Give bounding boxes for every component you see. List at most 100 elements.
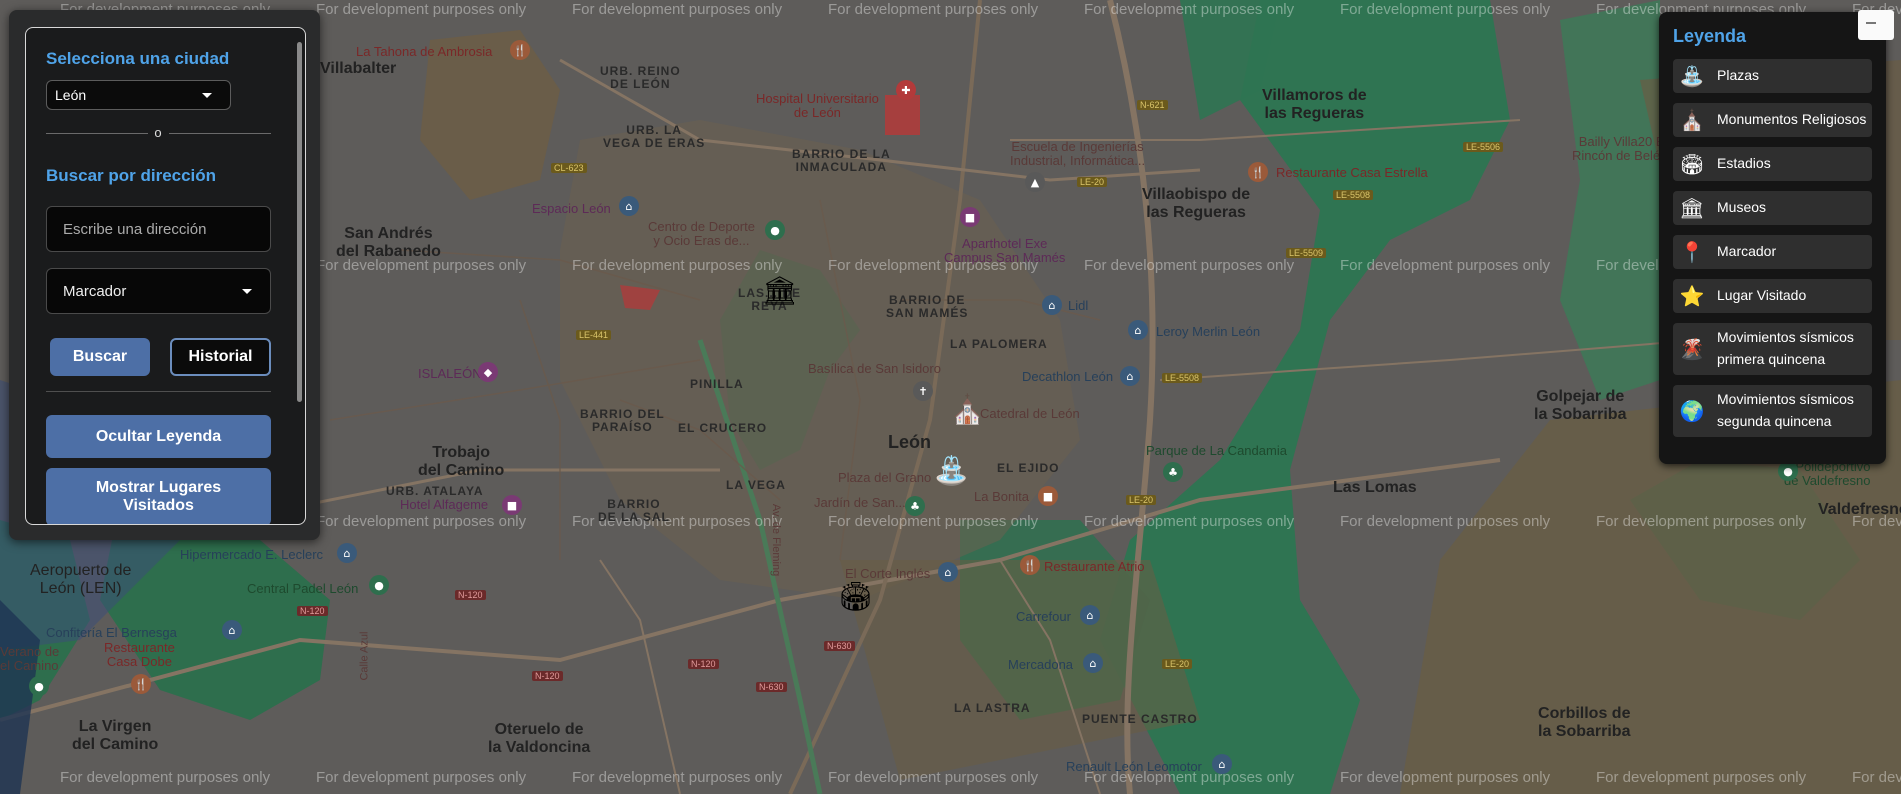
poi-label: Mercadona xyxy=(1008,657,1074,672)
district-label: LA PALOMERA xyxy=(950,337,1048,351)
watermark: For development purposes only xyxy=(1596,769,1807,786)
place-label: Las Lomas xyxy=(1333,479,1417,496)
poi-label: Verano de el Camino xyxy=(0,644,60,674)
stadium-icon: 🏟 xyxy=(1679,152,1705,176)
road-tag: LE-5508 xyxy=(1333,190,1374,200)
shop-pin-icon[interactable]: ⌂ xyxy=(222,620,242,640)
watermark: For development purposes only xyxy=(1084,513,1295,530)
legend-item-plazas[interactable]: ⛲ Plazas xyxy=(1673,59,1872,93)
place-label: Trobajo del Camino xyxy=(418,444,505,479)
district-label: BARRIO DE LA INMACULADA xyxy=(792,147,891,175)
hospital-pin-icon[interactable]: ✚ xyxy=(896,80,916,100)
poi-label: Carrefour xyxy=(1016,609,1071,624)
hotel-pin-icon[interactable]: ■ xyxy=(502,495,522,515)
road-tag: N-621 xyxy=(1137,100,1168,110)
park-pin-icon[interactable]: ♣ xyxy=(905,496,925,516)
shop-pin-icon[interactable]: ⌂ xyxy=(337,543,357,563)
city-label: León xyxy=(888,432,931,452)
map-pin-icon: 📍 xyxy=(1679,240,1705,264)
legend-item-label: Plazas xyxy=(1717,67,1760,84)
legend-item-religiosos[interactable]: ⛪ Monumentos Religiosos xyxy=(1673,103,1872,137)
poi-label: Bailly Villa20 El Rincón de Belén xyxy=(1572,134,1668,164)
religious-monument-marker-icon[interactable]: ⛪ xyxy=(950,393,985,426)
sports-pin-icon[interactable]: ● xyxy=(765,220,785,240)
poi-label: Restaurante Casa Estrella xyxy=(1276,165,1428,180)
poi-label: Centro de Deporte y Ocio Eras de... xyxy=(648,219,755,249)
park-pin-icon[interactable]: ♣ xyxy=(1163,462,1183,482)
address-input[interactable] xyxy=(46,206,271,252)
road-tag: N-120 xyxy=(455,590,486,600)
fullscreen-button[interactable] xyxy=(1858,10,1894,40)
shop-pin-icon[interactable]: ⌂ xyxy=(1080,605,1100,625)
marker-select[interactable]: Marcador xyxy=(46,268,271,314)
shop-pin-icon[interactable]: ⌂ xyxy=(1128,320,1148,340)
hide-legend-button[interactable]: Ocultar Leyenda xyxy=(46,415,271,458)
sports-pin-icon[interactable]: ● xyxy=(1778,461,1798,481)
road-tag: N-630 xyxy=(756,682,787,692)
restaurant-pin-icon[interactable]: 🍴 xyxy=(1020,555,1040,575)
city-select[interactable]: León xyxy=(46,80,231,110)
museum-pin-icon[interactable]: ■ xyxy=(1038,486,1058,506)
legend-item-estadios[interactable]: 🏟 Estadios xyxy=(1673,147,1872,181)
search-button[interactable]: Buscar xyxy=(50,338,150,376)
road-tag: N-120 xyxy=(532,671,563,681)
watermark: For development purposes only xyxy=(828,513,1039,530)
street-label: Calle Azul xyxy=(358,631,371,681)
shop-pin-icon[interactable]: ⌂ xyxy=(619,196,639,216)
plaza-marker-icon[interactable]: ⛲ xyxy=(934,454,969,487)
museum-marker-icon[interactable]: 🏛 xyxy=(762,274,798,307)
legend-item-marcador[interactable]: 📍 Marcador xyxy=(1673,235,1872,269)
restaurant-pin-icon[interactable]: 🍴 xyxy=(131,674,151,694)
legend-item-sismos-2[interactable]: 🌍 Movimientos sísmicos segunda quincena xyxy=(1673,385,1872,437)
legend-item-label: Movimientos sísmicos primera quincena xyxy=(1717,329,1854,367)
watermark: For development purposes only xyxy=(1340,513,1551,530)
poi-label: Jardín de San... xyxy=(814,495,906,510)
shop-pin-icon[interactable]: ⌂ xyxy=(1042,295,1062,315)
watermark: For development purposes only xyxy=(1084,1,1295,18)
show-visited-button[interactable]: Mostrar Lugares Visitados xyxy=(46,468,271,524)
or-label: o xyxy=(154,125,162,140)
poi-label: Hipermercado E. Leclerc xyxy=(180,547,324,562)
road-tag: LE-5508 xyxy=(1162,373,1203,383)
legend-item-visitado[interactable]: ⭐ Lugar Visitado xyxy=(1673,279,1872,313)
star-icon: ⭐ xyxy=(1679,284,1705,308)
legend-item-museos[interactable]: 🏛 Museos xyxy=(1673,191,1872,225)
hotel-pin-icon[interactable]: ■ xyxy=(960,207,980,227)
sports-pin-icon[interactable]: ● xyxy=(29,676,49,696)
legend-panel: Leyenda ⛲ Plazas ⛪ Monumentos Religiosos… xyxy=(1659,12,1886,464)
chevron-down-icon xyxy=(202,93,212,98)
poi-label: Catedral de León xyxy=(980,406,1080,421)
road-tag: LE-20 xyxy=(1126,495,1157,505)
stadium-marker-icon[interactable]: 🏟 xyxy=(838,580,874,613)
road-tag: LE-5506 xyxy=(1463,142,1504,152)
watermark: For development purposes only xyxy=(1340,257,1551,274)
poi-label: Restaurante Casa Dobe xyxy=(104,640,175,670)
history-button[interactable]: Historial xyxy=(170,338,271,376)
shop-pin-icon[interactable]: ⌂ xyxy=(1120,366,1140,386)
legend-item-label: Marcador xyxy=(1717,243,1777,260)
shop-pin-icon[interactable]: ⌂ xyxy=(1212,754,1232,774)
legend-item-sismos-1[interactable]: 🌋 Movimientos sísmicos primera quincena xyxy=(1673,323,1872,375)
place-label: La Virgen del Camino xyxy=(72,718,159,753)
shop-pin-icon[interactable]: ⌂ xyxy=(1083,653,1103,673)
sports-pin-icon[interactable]: ● xyxy=(369,575,389,595)
school-pin-icon[interactable]: ▲ xyxy=(1025,172,1045,192)
district-label: URB. REINO DE LEÓN xyxy=(600,64,681,92)
church-pin-icon[interactable]: ✝ xyxy=(913,381,933,401)
restaurant-pin-icon[interactable]: 🍴 xyxy=(1248,162,1268,182)
watermark: For development purposes only xyxy=(1340,1,1551,18)
road-tag: N-120 xyxy=(688,659,719,669)
district-label: EL CRUCERO xyxy=(678,421,768,435)
place-label: Villabalter xyxy=(320,60,397,77)
restaurant-pin-icon[interactable]: 🍴 xyxy=(510,40,530,60)
watermark: For development purposes only xyxy=(572,1,783,18)
poi-label: Renault León Leomotor xyxy=(1066,759,1202,774)
legend-item-label: Monumentos Religiosos xyxy=(1717,111,1867,128)
poi-label: Plaza del Grano xyxy=(838,470,932,485)
road-tag: LE-5509 xyxy=(1286,248,1327,258)
shop-pin-icon[interactable]: ⌂ xyxy=(938,562,958,582)
panel-scrollbar[interactable] xyxy=(297,42,302,402)
legend-item-label: Lugar Visitado xyxy=(1717,287,1807,304)
district-label: URB. LA VEGA DE ERAS xyxy=(603,123,706,151)
hotel-pin-icon[interactable]: ◆ xyxy=(478,362,498,382)
